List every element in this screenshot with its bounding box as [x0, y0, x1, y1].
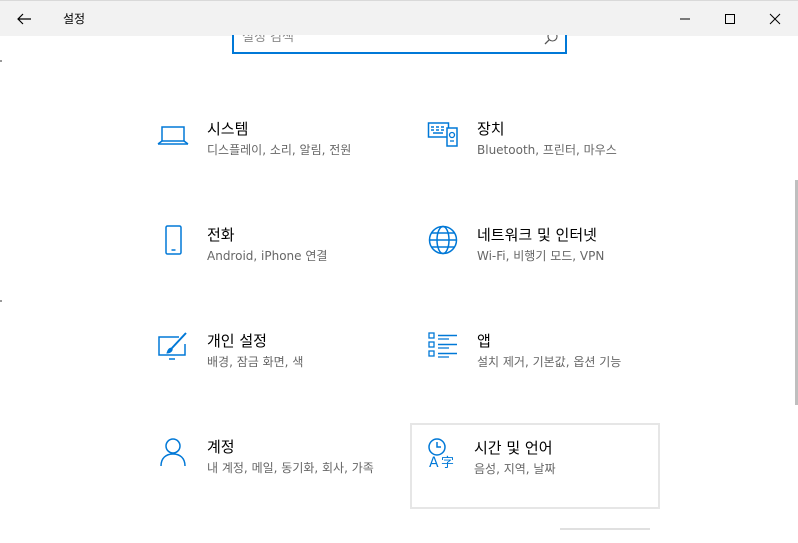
- close-icon: [769, 13, 781, 25]
- tile-title: 네트워크 및 인터넷: [477, 226, 597, 244]
- tile-description: 내 계정, 메일, 동기화, 회사, 가족: [207, 461, 374, 475]
- person-icon: [155, 434, 191, 470]
- tile-description: Wi-Fi, 비행기 모드, VPN: [477, 249, 605, 263]
- maximize-button[interactable]: [707, 1, 753, 37]
- search-icon: [544, 35, 558, 45]
- tile-description: Bluetooth, 프린터, 마우스: [477, 143, 617, 157]
- window-title: 설정: [63, 12, 86, 26]
- tile-title: 전화: [207, 226, 235, 244]
- divider: [0, 300, 2, 302]
- divider: [560, 528, 650, 530]
- tile-network[interactable]: 네트워크 및 인터넷 Wi-Fi, 비행기 모드, VPN: [415, 212, 663, 296]
- search-input[interactable]: [242, 35, 532, 47]
- svg-text:A: A: [429, 455, 439, 469]
- maximize-icon: [725, 14, 735, 24]
- minimize-button[interactable]: [662, 1, 708, 37]
- close-button[interactable]: [752, 1, 798, 37]
- title-bar: 설정: [0, 0, 798, 36]
- tile-description: Android, iPhone 연결: [207, 249, 328, 263]
- tile-apps[interactable]: 앱 설치 제거, 기본값, 옵션 기능: [415, 318, 663, 402]
- tile-title: 계정: [207, 438, 235, 456]
- time-language-icon: A 字: [424, 435, 460, 471]
- tile-description: 배경, 잠금 화면, 색: [207, 355, 304, 369]
- tile-system[interactable]: 시스템 디스플레이, 소리, 알림, 전원: [145, 106, 393, 190]
- tile-accounts[interactable]: 계정 내 계정, 메일, 동기화, 회사, 가족: [145, 424, 393, 508]
- tile-description: 음성, 지역, 날짜: [474, 462, 556, 476]
- search-box[interactable]: [232, 35, 567, 54]
- tile-personalization[interactable]: 개인 설정 배경, 잠금 화면, 색: [145, 318, 393, 402]
- back-arrow-icon: [17, 13, 31, 25]
- tile-description: 설치 제거, 기본값, 옵션 기능: [477, 355, 622, 369]
- laptop-icon: [155, 116, 191, 152]
- tile-description: 디스플레이, 소리, 알림, 전원: [207, 143, 352, 157]
- devices-icon: [425, 116, 461, 152]
- minimize-icon: [680, 18, 690, 20]
- tile-title: 앱: [477, 332, 491, 350]
- apps-list-icon: [425, 328, 461, 364]
- tile-devices[interactable]: 장치 Bluetooth, 프린터, 마우스: [415, 106, 663, 190]
- back-button[interactable]: [0, 1, 48, 37]
- tile-title: 장치: [477, 120, 505, 138]
- tile-title: 개인 설정: [207, 332, 267, 350]
- divider: [0, 60, 2, 62]
- globe-icon: [425, 222, 461, 258]
- personalization-icon: [155, 328, 191, 364]
- svg-text:字: 字: [441, 456, 454, 469]
- phone-icon: [155, 222, 191, 258]
- tile-title: 시스템: [207, 120, 249, 138]
- tile-title: 시간 및 언어: [474, 439, 553, 457]
- tile-phone[interactable]: 전화 Android, iPhone 연결: [145, 212, 393, 296]
- tile-time-language[interactable]: A 字 시간 및 언어 음성, 지역, 날짜: [410, 423, 660, 509]
